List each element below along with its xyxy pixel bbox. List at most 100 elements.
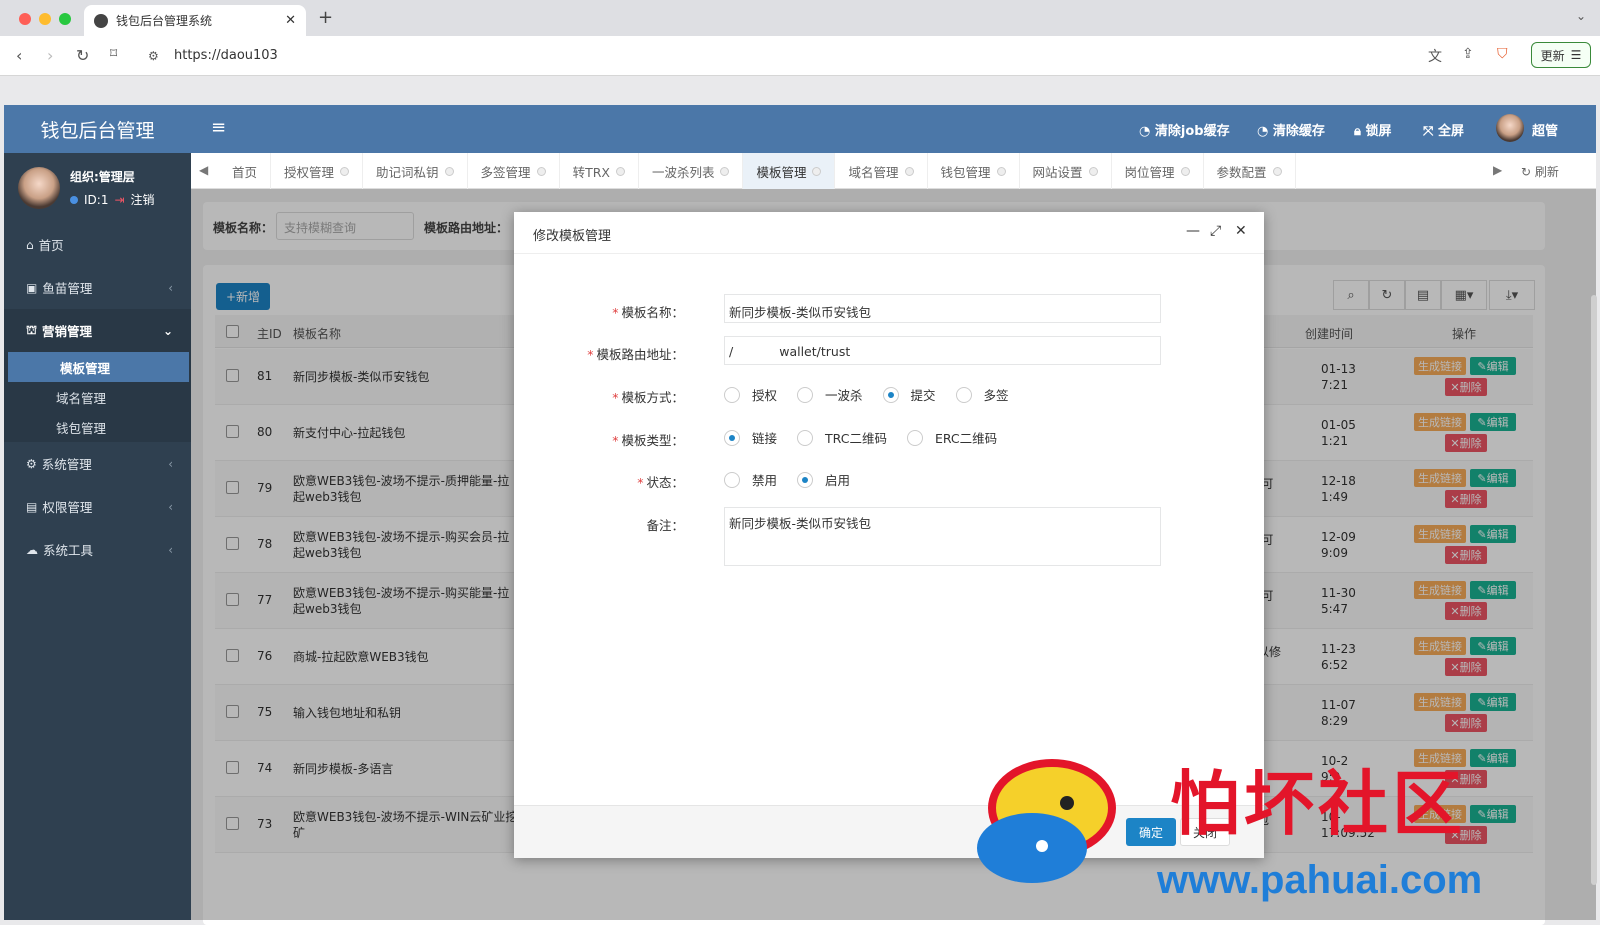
id-card-icon: ▤ <box>26 499 38 514</box>
close-tab-icon[interactable] <box>996 166 1006 176</box>
close-tab-icon[interactable] <box>615 166 625 176</box>
close-tab-icon[interactable] <box>1088 166 1098 176</box>
remark-textarea[interactable]: 新同步模板-类似币安钱包 <box>724 507 1161 566</box>
radio-circle-icon[interactable] <box>724 471 740 488</box>
radio-circle-icon[interactable] <box>797 429 814 446</box>
sidebar-item-label: 鱼苗管理 <box>42 281 93 296</box>
sidebar-item-home[interactable]: ⌂ 首页 <box>4 223 191 266</box>
tabs-scroll-left-icon[interactable]: ◀ <box>199 163 208 177</box>
user-menu[interactable]: 超管 <box>1532 120 1558 139</box>
radio-circle-icon[interactable] <box>955 386 972 403</box>
clear-job-cache-button[interactable]: ◔ 清除job缓存 <box>1139 120 1230 139</box>
close-tab-icon[interactable] <box>720 166 730 176</box>
close-tab-icon[interactable] <box>536 166 546 176</box>
new-tab-button[interactable]: + <box>318 7 333 28</box>
tab-4[interactable]: 转TRX <box>560 153 639 189</box>
close-tab-icon[interactable] <box>812 166 822 176</box>
template-route-input[interactable]: / wallet/trust <box>724 336 1161 365</box>
fullscreen-button[interactable]: ⤧ 全屏 <box>1423 120 1464 139</box>
url-field[interactable]: https://daou103 <box>174 48 278 63</box>
chevron-down-icon[interactable]: ⌄ <box>1576 9 1586 23</box>
dialog-title: 修改模板管理 <box>533 229 612 244</box>
share-icon[interactable]: ⇪ <box>1462 46 1474 62</box>
status-option-1[interactable]: 启用 <box>797 470 850 489</box>
radio-label: 多签 <box>983 388 1009 403</box>
close-tab-icon[interactable] <box>1180 166 1190 176</box>
refresh-label: 刷新 <box>1534 165 1559 179</box>
sidebar-item-domains[interactable]: 域名管理 <box>4 382 191 412</box>
type-option-2[interactable]: ERC二维码 <box>906 428 997 447</box>
logout-link[interactable]: 注销 <box>131 191 155 208</box>
tab-10[interactable]: 岗位管理 <box>1112 153 1204 189</box>
radio-circle-icon[interactable] <box>882 386 899 403</box>
radio-circle-icon[interactable] <box>724 386 740 403</box>
tabs-scroll-right-icon[interactable]: ▶ <box>1493 163 1502 177</box>
bookmark-icon[interactable]: ⌑ <box>110 46 117 62</box>
radio-label: 一波杀 <box>825 388 863 403</box>
tab-0[interactable]: 首页 <box>219 153 272 189</box>
close-tab-icon[interactable] <box>1272 166 1282 176</box>
sidebar-item-marketing[interactable]: ⛫ 营销管理 ⌄ <box>4 309 191 352</box>
tab-9[interactable]: 网站设置 <box>1020 153 1112 189</box>
lock-screen-button[interactable]: 🔒︎ 锁屏 <box>1354 120 1391 139</box>
tab-1[interactable]: 授权管理 <box>271 153 364 189</box>
mode-option-3[interactable]: 多签 <box>955 385 1009 404</box>
radio-circle-icon[interactable] <box>797 386 814 403</box>
template-name-input[interactable]: 新同步模板-类似币安钱包 <box>724 294 1161 323</box>
reload-icon[interactable]: ↻ <box>76 46 89 65</box>
zoom-window-button[interactable] <box>59 13 71 25</box>
status-radio-group: 禁用 启用 <box>724 470 870 489</box>
globe-icon <box>94 13 108 28</box>
close-tab-icon[interactable] <box>444 166 454 176</box>
sidebar-item-templates[interactable]: 模板管理 <box>8 352 189 382</box>
shield-icon[interactable]: ⛉ <box>1497 46 1508 62</box>
refresh-button[interactable]: ↻ 刷新 <box>1521 163 1559 180</box>
close-icon[interactable]: ✕ <box>1235 223 1247 239</box>
avatar[interactable] <box>1496 114 1524 142</box>
tab-8[interactable]: 钱包管理 <box>928 153 1020 189</box>
tab-3[interactable]: 多签管理 <box>468 153 560 189</box>
type-option-0[interactable]: 链接 <box>724 428 777 447</box>
sidebar-item-wallets[interactable]: 钱包管理 <box>4 412 191 442</box>
clear-cache-button[interactable]: ◔ 清除缓存 <box>1257 120 1325 139</box>
tab-6[interactable]: 模板管理 <box>743 153 836 189</box>
minimize-icon[interactable]: — <box>1186 223 1200 239</box>
tab-2[interactable]: 助记词私钥 <box>363 153 468 189</box>
update-button[interactable]: 更新 ☰ <box>1531 42 1591 68</box>
mode-option-2[interactable]: 提交 <box>882 385 936 404</box>
radio-circle-icon[interactable] <box>906 429 923 446</box>
mode-option-0[interactable]: 授权 <box>724 385 777 404</box>
sidebar-item-label: 首页 <box>38 238 64 253</box>
tab-label: 助记词私钥 <box>376 164 439 180</box>
sidebar-item-permissions[interactable]: ▤ 权限管理 ‹ <box>4 485 191 528</box>
status-option-0[interactable]: 禁用 <box>724 470 777 489</box>
sidebar-item-tools[interactable]: ☁ 系统工具 ‹ <box>4 528 191 571</box>
close-tab-icon[interactable] <box>340 166 350 176</box>
radio-circle-icon[interactable] <box>797 471 814 488</box>
tab-7[interactable]: 域名管理 <box>835 153 928 189</box>
sidebar-item-system[interactable]: ⚙ 系统管理 ‹ <box>4 442 191 485</box>
tab-5[interactable]: 一波杀列表 <box>639 153 744 189</box>
scrollbar[interactable] <box>1591 295 1597 885</box>
back-icon[interactable]: ‹ <box>16 46 22 65</box>
sidebar: 钱包后台管理 组织:管理层 ID:1 ⇥ 注销 ⌂ 首页 ▣ 鱼苗管理 ‹ ⛫ 营销管理… <box>4 105 191 920</box>
tab-11[interactable]: 参数配置 <box>1204 153 1296 189</box>
confirm-button[interactable]: 确定 <box>1126 818 1176 846</box>
sidebar-item-fish[interactable]: ▣ 鱼苗管理 ‹ <box>4 266 191 309</box>
maximize-icon[interactable]: ⤢ <box>1210 223 1221 239</box>
tab-label: 转TRX <box>572 164 610 180</box>
clear-cache-label: 清除缓存 <box>1272 124 1325 139</box>
mode-option-1[interactable]: 一波杀 <box>797 385 863 404</box>
close-window-button[interactable] <box>19 13 31 25</box>
forward-icon[interactable]: › <box>47 46 53 65</box>
type-option-1[interactable]: TRC二维码 <box>797 428 887 447</box>
hamburger-icon[interactable]: ≡ <box>211 117 226 138</box>
online-dot-icon <box>70 195 78 204</box>
browser-tab[interactable]: 钱包后台管理系统 ✕ <box>84 5 306 36</box>
minimize-window-button[interactable] <box>39 13 51 25</box>
radio-circle-icon[interactable] <box>724 429 740 446</box>
close-tab-icon[interactable]: ✕ <box>285 13 296 28</box>
translate-icon[interactable]: 文 <box>1428 46 1442 66</box>
close-tab-icon[interactable] <box>904 166 914 176</box>
site-settings-icon[interactable]: ⚙ <box>148 49 159 63</box>
